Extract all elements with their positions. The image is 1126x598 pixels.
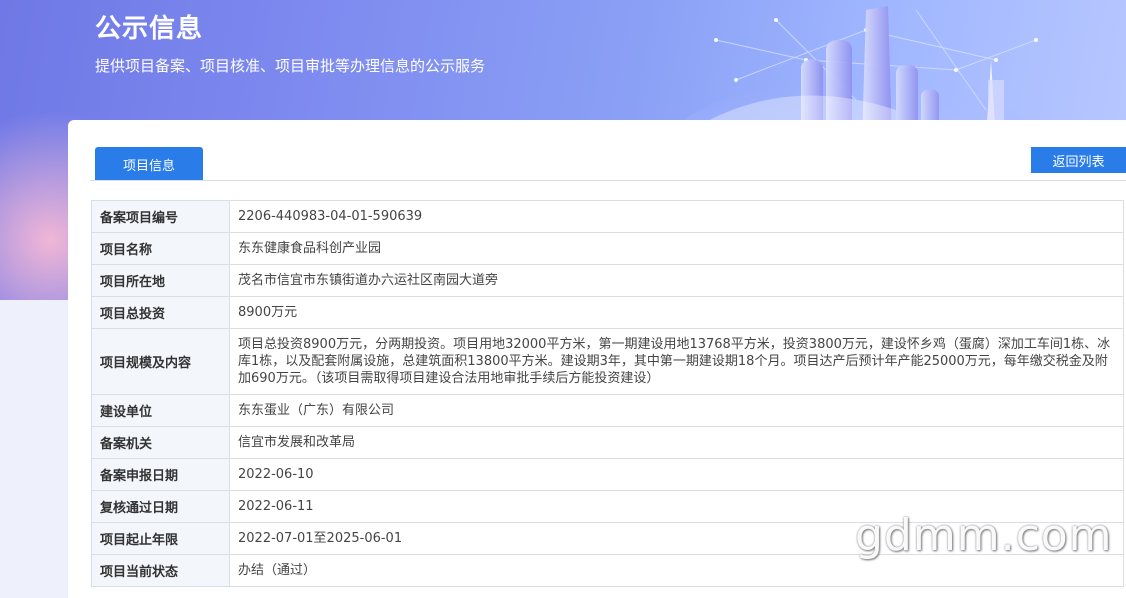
page-subtitle: 提供项目备案、项目核准、项目审批等办理信息的公示服务 [95, 57, 486, 75]
row-label: 备案项目编号 [91, 200, 230, 233]
row-label: 项目总投资 [91, 296, 230, 329]
tab-divider [90, 180, 1126, 181]
row-value: 2022-06-10 [229, 458, 1124, 491]
table-row: 备案项目编号 2206-440983-04-01-590639 [91, 200, 1124, 233]
row-value: 茂名市信宜市东镇街道办六运社区南园大道旁 [229, 264, 1124, 297]
watermark: gdmm.com [855, 510, 1113, 561]
row-label: 项目规模及内容 [91, 328, 230, 395]
table-row: 备案机关 信宜市发展和改革局 [91, 426, 1124, 459]
table-row: 建设单位 东东蛋业（广东）有限公司 [91, 394, 1124, 427]
row-label: 项目名称 [91, 232, 230, 265]
row-label: 项目起止年限 [91, 522, 230, 555]
row-value: 东东蛋业（广东）有限公司 [229, 394, 1124, 427]
row-label: 项目当前状态 [91, 554, 230, 587]
row-value: 项目总投资8900万元，分两期投资。项目用地32000平方米，第一期建设用地13… [229, 328, 1124, 395]
row-label: 备案机关 [91, 426, 230, 459]
row-label: 备案申报日期 [91, 458, 230, 491]
row-value: 8900万元 [229, 296, 1124, 329]
row-label: 项目所在地 [91, 264, 230, 297]
table-row: 项目总投资 8900万元 [91, 296, 1124, 329]
table-row: 项目规模及内容 项目总投资8900万元，分两期投资。项目用地32000平方米，第… [91, 328, 1124, 395]
tab-project-info[interactable]: 项目信息 [95, 147, 203, 181]
row-value: 信宜市发展和改革局 [229, 426, 1124, 459]
table-row: 项目所在地 茂名市信宜市东镇街道办六运社区南园大道旁 [91, 264, 1124, 297]
row-value: 2206-440983-04-01-590639 [229, 200, 1124, 233]
table-row: 项目名称 东东健康食品科创产业园 [91, 232, 1124, 265]
back-to-list-button[interactable]: 返回列表 [1031, 147, 1126, 173]
page-title: 公示信息 [95, 14, 204, 44]
row-label: 建设单位 [91, 394, 230, 427]
row-label: 复核通过日期 [91, 490, 230, 523]
row-value: 东东健康食品科创产业园 [229, 232, 1124, 265]
table-row: 备案申报日期 2022-06-10 [91, 458, 1124, 491]
